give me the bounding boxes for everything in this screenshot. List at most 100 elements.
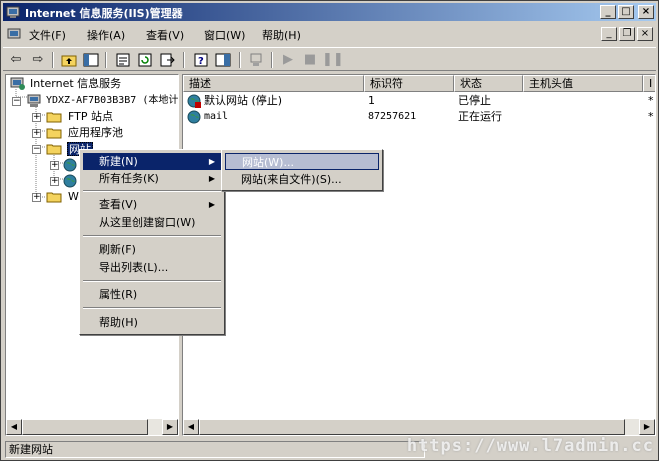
column-header-ip[interactable]: I (643, 75, 655, 92)
ctx-item-view[interactable]: 查看(V) ▶ (83, 196, 221, 213)
play-icon[interactable]: ▶ (278, 51, 298, 69)
toolbar-separator (52, 52, 54, 68)
tree-horizontal-scrollbar[interactable]: ◀ ▶ (6, 419, 178, 435)
expand-icon[interactable]: + (50, 161, 59, 170)
submenu-label: 网站(来自文件)(S)... (241, 173, 342, 186)
ctx-separator (83, 190, 221, 192)
stop-icon[interactable]: ■ (300, 51, 320, 69)
help-icon[interactable]: ? (191, 51, 211, 69)
expand-icon[interactable]: + (32, 129, 41, 138)
folder-icon (46, 128, 62, 139)
expand-icon[interactable]: + (32, 113, 41, 122)
mdi-minimize-button[interactable]: _ (601, 27, 617, 41)
ctx-item-new-window[interactable]: 从这里创建窗口(W) (83, 214, 221, 231)
close-button[interactable]: × (638, 5, 654, 19)
globe-icon (63, 158, 77, 172)
scroll-thumb[interactable] (199, 419, 625, 435)
cell-ip: * (648, 110, 654, 123)
cell-identifier: 87257621 (368, 111, 417, 122)
globe-icon (187, 110, 201, 124)
menu-window[interactable]: 窗口(W) (204, 27, 245, 43)
ctx-item-refresh[interactable]: 刷新(F) (83, 241, 221, 258)
console-icon[interactable] (213, 51, 233, 69)
cell-status: 正在运行 (458, 110, 502, 123)
watermark: https://www.l7admin.cc (406, 436, 654, 456)
column-header-status[interactable]: 状态 (454, 75, 523, 92)
tree-label: FTP 站点 (68, 110, 113, 123)
title-bar[interactable]: Internet 信息服务(IIS)管理器 _ □ × (3, 3, 656, 21)
tree-label: 应用程序池 (68, 126, 123, 139)
ctx-label: 查看(V) (99, 198, 138, 211)
computer-icon[interactable] (246, 51, 266, 69)
ctx-item-properties[interactable]: 属性(R) (83, 286, 221, 303)
submenu-item-website[interactable]: 网站(W)... (225, 153, 379, 170)
menu-action[interactable]: 操作(A) (87, 27, 125, 43)
back-icon[interactable]: ⇦ (6, 51, 26, 69)
show-tree-icon[interactable] (81, 51, 101, 69)
ctx-label: 从这里创建窗口(W) (99, 216, 196, 229)
menu-view[interactable]: 查看(V) (146, 27, 184, 43)
scroll-left-icon[interactable]: ◀ (6, 419, 22, 435)
tree-label: YDXZ-AF7B03B3B7 (本地计 (46, 95, 179, 106)
menu-help[interactable]: 帮助(H) (262, 27, 301, 43)
ctx-label: 属性(R) (99, 288, 138, 301)
column-header-identifier[interactable]: 标识符 (364, 75, 454, 92)
scroll-right-icon[interactable]: ▶ (162, 419, 178, 435)
toolbar-separator (183, 52, 185, 68)
up-folder-icon[interactable] (59, 51, 79, 69)
ctx-label: 新建(N) (99, 155, 138, 168)
context-menu: 新建(N) ▶ 所有任务(K) ▶ 查看(V) ▶ 从这里创建窗口(W) 刷新(… (79, 149, 225, 335)
new-submenu: 网站(W)... 网站(来自文件)(S)... (221, 149, 383, 191)
console-menu-icon[interactable] (6, 26, 22, 42)
column-header-host[interactable]: 主机头值 (523, 75, 643, 92)
iis-manager-window: Internet 信息服务(IIS)管理器 _ □ × 文件(F) 操作(A) … (0, 0, 659, 461)
folder-icon (46, 112, 62, 123)
minimize-button[interactable]: _ (600, 5, 616, 19)
pause-icon[interactable]: ❚❚ (322, 51, 344, 69)
collapse-icon[interactable]: − (32, 145, 41, 154)
globe-icon (63, 174, 77, 188)
toolbar-separator (105, 52, 107, 68)
ctx-item-new[interactable]: 新建(N) ▶ (83, 153, 221, 170)
mdi-close-button[interactable]: × (637, 27, 653, 41)
ctx-item-export-list[interactable]: 导出列表(L)... (83, 259, 221, 276)
submenu-label: 网站(W)... (242, 156, 294, 169)
open-folder-icon (46, 144, 62, 155)
ctx-separator (83, 280, 221, 282)
submenu-item-website-from-file[interactable]: 网站(来自文件)(S)... (225, 171, 379, 188)
toolbar: ⇦ ⇨ ? ▶ ■ ❚❚ (3, 47, 656, 71)
window-title: Internet 信息服务(IIS)管理器 (25, 7, 183, 20)
list-pane[interactable]: 描述 标识符 状态 主机头值 I 默认网站 (停止) 1 已停止 * mail … (182, 74, 656, 436)
tree-label: Internet 信息服务 (30, 77, 122, 90)
ctx-separator (83, 235, 221, 237)
ctx-label: 刷新(F) (99, 243, 136, 256)
mdi-restore-button[interactable]: ❐ (619, 27, 635, 41)
menu-bar: 文件(F) 操作(A) 查看(V) 窗口(W) 帮助(H) _ ❐ × (3, 23, 656, 44)
collapse-icon[interactable]: − (12, 97, 21, 106)
expand-icon[interactable]: + (50, 177, 59, 186)
scroll-right-icon[interactable]: ▶ (639, 419, 655, 435)
expand-icon[interactable]: + (32, 193, 41, 202)
ctx-item-help[interactable]: 帮助(H) (83, 314, 221, 331)
cell-description: mail (204, 111, 229, 122)
submenu-arrow-icon: ▶ (208, 200, 215, 209)
scroll-thumb[interactable] (22, 419, 148, 435)
server-icon (27, 94, 41, 107)
properties-icon[interactable] (113, 51, 133, 69)
list-horizontal-scrollbar[interactable]: ◀ ▶ (183, 419, 655, 435)
column-header-description[interactable]: 描述 (183, 75, 364, 92)
ctx-label: 导出列表(L)... (99, 261, 169, 274)
cell-description: 默认网站 (停止) (204, 94, 283, 107)
iis-app-icon (6, 6, 20, 18)
submenu-arrow-icon: ▶ (208, 174, 215, 183)
submenu-arrow-icon: ▶ (208, 157, 215, 166)
maximize-button[interactable]: □ (618, 5, 634, 19)
iis-root-icon (10, 77, 25, 90)
forward-icon[interactable]: ⇨ (28, 51, 48, 69)
export-icon[interactable] (157, 51, 177, 69)
menu-file[interactable]: 文件(F) (29, 27, 66, 43)
scroll-left-icon[interactable]: ◀ (183, 419, 199, 435)
cell-identifier: 1 (368, 94, 375, 107)
ctx-item-all-tasks[interactable]: 所有任务(K) ▶ (83, 170, 221, 187)
refresh-icon[interactable] (135, 51, 155, 69)
